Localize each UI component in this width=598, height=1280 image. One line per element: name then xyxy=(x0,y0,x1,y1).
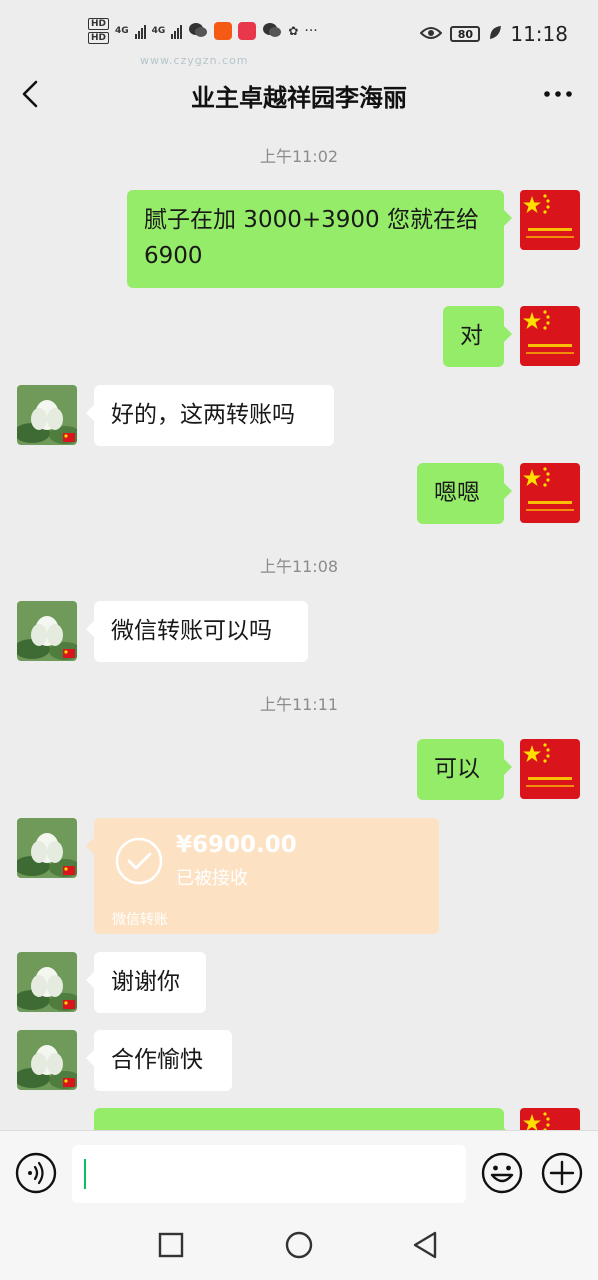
voice-button[interactable] xyxy=(14,1151,58,1199)
chat-header: 业主卓越祥园李海丽 xyxy=(0,68,598,120)
lotus-avatar-image xyxy=(17,1030,77,1090)
eye-icon xyxy=(419,22,443,46)
my-avatar[interactable] xyxy=(520,463,580,523)
my-avatar[interactable] xyxy=(520,306,580,366)
emoji-button[interactable] xyxy=(480,1151,524,1199)
flag-avatar-image xyxy=(520,190,580,250)
contact-avatar[interactable] xyxy=(17,385,77,445)
plus-icon xyxy=(541,1152,583,1194)
message-text: 谢谢你 xyxy=(111,969,180,995)
wechat-icon xyxy=(262,21,282,42)
chat-title: 业主卓越祥园李海丽 xyxy=(191,84,407,112)
contact-avatar[interactable] xyxy=(17,1030,77,1090)
contact-avatar[interactable] xyxy=(17,818,77,878)
message-timestamp: 上午11:02 xyxy=(259,147,339,166)
network-label: 4G xyxy=(151,26,166,36)
transfer-card[interactable]: ¥6900.00 已被接收 微信转账 xyxy=(86,818,439,934)
contact-avatar[interactable] xyxy=(17,601,77,661)
triangle-back-icon xyxy=(413,1231,437,1259)
status-time: 11:18 xyxy=(510,22,568,46)
emoji-icon xyxy=(481,1152,523,1194)
app-icon: ✿ xyxy=(288,24,299,38)
message-input[interactable] xyxy=(72,1145,466,1203)
flag-avatar-image xyxy=(520,739,580,799)
sent-message-bubble[interactable]: 嗯嗯 xyxy=(417,463,512,524)
received-message-bubble[interactable]: 微信转账可以吗 xyxy=(86,601,308,662)
lotus-avatar-image xyxy=(17,601,77,661)
sent-message-bubble[interactable]: 对 xyxy=(443,306,512,367)
received-message-bubble[interactable]: 谢谢你 xyxy=(86,952,206,1013)
status-bar: HD HD 4G 4G ✿ ··· 80 11:18 www.czygzn.co… xyxy=(0,0,598,68)
status-right: 80 11:18 xyxy=(419,22,568,46)
signal-icon xyxy=(134,23,146,39)
message-text: 对 xyxy=(460,323,483,349)
network-label: 4G xyxy=(115,26,129,36)
transfer-status: 已被接收 xyxy=(176,868,248,889)
message-text: 腻子在加 3000+3900 您就在给6900 xyxy=(144,207,479,269)
more-button[interactable] xyxy=(540,76,576,112)
more-notifications: ··· xyxy=(304,23,318,39)
lotus-avatar-image xyxy=(17,952,77,1012)
sent-message-bubble[interactable]: 可以 xyxy=(417,739,512,800)
leaf-icon xyxy=(488,22,502,46)
transfer-label: 微信转账 xyxy=(112,912,168,928)
transfer-amount: ¥6900.00 xyxy=(176,832,297,858)
app-icon xyxy=(214,22,233,40)
message-timestamp: 上午11:08 xyxy=(259,557,339,576)
wechat-icon xyxy=(188,21,208,42)
received-message-bubble[interactable]: 好的，这两转账吗 xyxy=(86,385,334,446)
system-nav-bar xyxy=(0,1218,598,1280)
sent-message-bubble[interactable]: 腻子在加 3000+3900 您就在给6900 xyxy=(127,190,512,288)
app-icon xyxy=(238,22,257,40)
message-text: 嗯嗯 xyxy=(434,480,480,506)
home-button[interactable] xyxy=(284,1230,314,1264)
message-text: 可以 xyxy=(434,756,480,782)
more-actions-button[interactable] xyxy=(540,1151,584,1199)
message-timestamp: 上午11:11 xyxy=(259,695,339,714)
status-left: HD HD 4G 4G ✿ ··· xyxy=(88,18,318,44)
more-dots-icon xyxy=(544,91,572,97)
contact-avatar[interactable] xyxy=(17,952,77,1012)
circle-icon xyxy=(285,1231,313,1259)
voice-icon xyxy=(15,1152,57,1194)
text-caret xyxy=(84,1159,86,1189)
check-circle-icon xyxy=(115,837,163,885)
nav-back-button[interactable] xyxy=(410,1230,440,1264)
message-text: 合作愉快 xyxy=(111,1047,203,1073)
my-avatar[interactable] xyxy=(520,739,580,799)
flag-avatar-image xyxy=(520,463,580,523)
square-icon xyxy=(158,1232,184,1258)
signal-icon xyxy=(171,23,183,39)
hd-badge: HD xyxy=(88,18,110,30)
message-text: 好的，这两转账吗 xyxy=(111,402,295,428)
chat-input-bar xyxy=(0,1130,598,1219)
my-avatar[interactable] xyxy=(520,190,580,250)
flag-avatar-image xyxy=(520,306,580,366)
battery-indicator: 80 xyxy=(450,26,481,42)
received-message-bubble[interactable]: 合作愉快 xyxy=(86,1030,232,1091)
lotus-avatar-image xyxy=(17,385,77,445)
watermark: www.czygzn.com xyxy=(140,54,249,67)
message-text: 微信转账可以吗 xyxy=(111,618,272,644)
hd-badge: HD xyxy=(88,32,110,44)
lotus-avatar-image xyxy=(17,818,77,878)
recent-apps-button[interactable] xyxy=(156,1230,186,1264)
